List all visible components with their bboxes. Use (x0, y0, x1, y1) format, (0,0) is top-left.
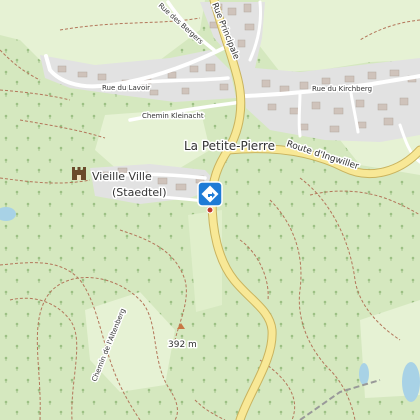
castle-icon[interactable] (72, 167, 86, 180)
town-name-label: La Petite-Pierre (184, 139, 275, 153)
road-label-chemin-kleinacht: Chemin Kleinacht (142, 112, 204, 120)
pond-southeast (359, 363, 369, 385)
elevation-label: 392 m (168, 340, 197, 350)
pond-east (402, 362, 420, 402)
map-canvas[interactable]: La Petite-Pierre Vieille Ville (Staedtel… (0, 0, 420, 420)
map-view[interactable]: La Petite-Pierre Vieille Ville (Staedtel… (0, 0, 420, 420)
road-label-rue-du-kirchberg: Rue du Kirchberg (312, 85, 372, 93)
road-label-rue-du-lavoir: Rue du Lavoir (102, 84, 150, 92)
old-town-sublabel: (Staedtel) (112, 186, 167, 199)
old-town-label: Vieille Ville (92, 170, 152, 183)
